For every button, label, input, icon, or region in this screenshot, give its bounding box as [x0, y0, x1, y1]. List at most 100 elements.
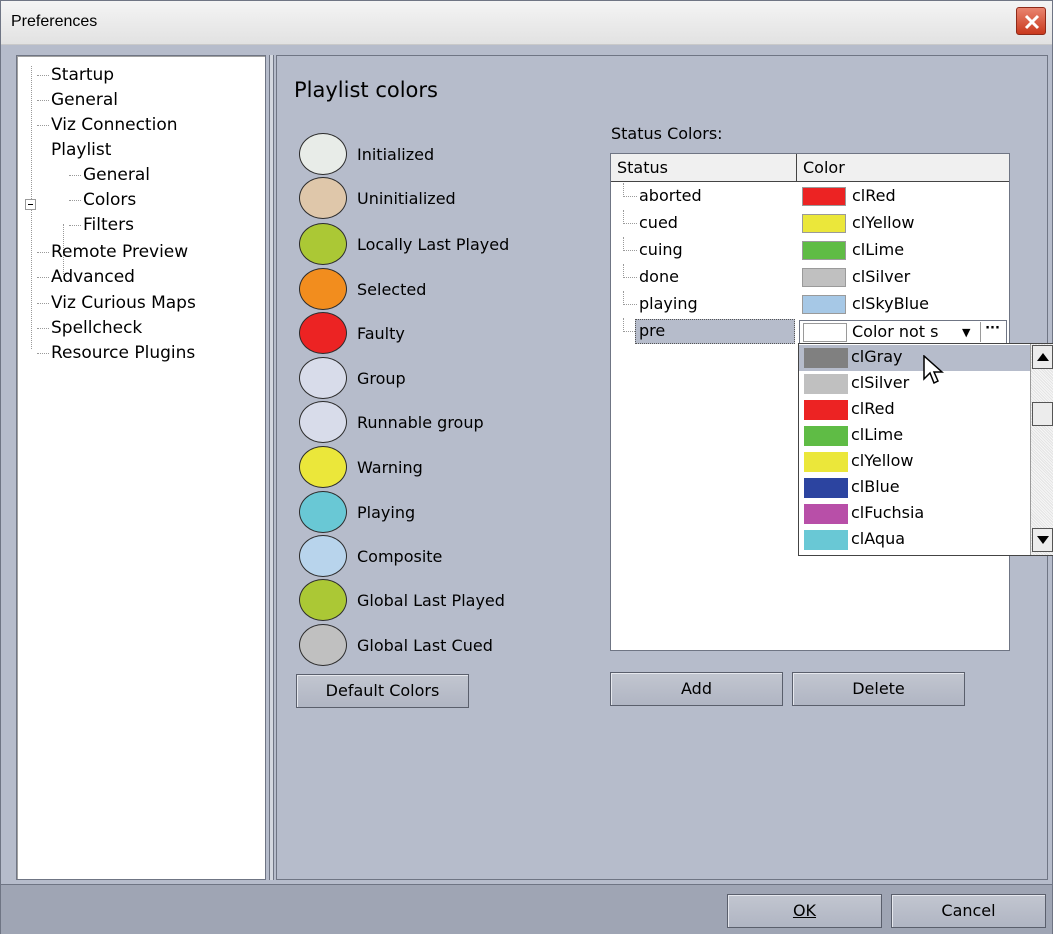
color-combo-value: Color not s — [852, 322, 939, 341]
dropdown-option-label: clSilver — [851, 373, 910, 392]
legend-label: Initialized — [357, 145, 435, 164]
color-swatch — [804, 348, 848, 368]
preferences-window: Preferences Startup General Viz Connecti… — [0, 0, 1053, 934]
table-row[interactable]: playing clSkyBlue — [611, 291, 1009, 318]
dropdown-option[interactable]: clSilver — [799, 371, 1031, 397]
dropdown-option[interactable]: clYellow — [799, 449, 1031, 475]
tree-connector — [623, 183, 637, 197]
legend-label: Locally Last Played — [357, 235, 510, 254]
legend-color-circle[interactable] — [299, 223, 347, 265]
color-swatch — [804, 452, 848, 472]
status-cell: aborted — [639, 186, 702, 205]
legend-color-circle[interactable] — [299, 401, 347, 443]
tree-item-spellcheck[interactable]: Spellcheck — [37, 318, 142, 338]
legend-label: Selected — [357, 280, 427, 299]
button-bar: OK Cancel — [1, 884, 1052, 934]
table-row[interactable]: aborted clRed — [611, 183, 1009, 210]
legend-color-circle[interactable] — [299, 357, 347, 399]
color-swatch — [802, 187, 846, 206]
ok-button[interactable]: OK — [727, 894, 882, 928]
scroll-up-button[interactable] — [1032, 345, 1053, 369]
table-row-edit[interactable]: pre Color not s ▼ ··· — [611, 318, 1009, 345]
color-swatch — [802, 214, 846, 233]
tree-item-advanced[interactable]: Advanced — [37, 267, 135, 287]
tree-item-startup[interactable]: Startup — [37, 65, 114, 85]
scroll-thumb[interactable] — [1032, 402, 1053, 426]
color-name-cell: clSkyBlue — [852, 294, 929, 313]
legend-color-circle[interactable] — [299, 312, 347, 354]
dropdown-option-label: clRed — [851, 399, 895, 418]
arrow-up-icon — [1037, 353, 1049, 361]
table-row[interactable]: cuing clLime — [611, 237, 1009, 264]
legend-color-circle[interactable] — [299, 535, 347, 577]
legend-label: Faulty — [357, 324, 405, 343]
tree-item-viz-curious-maps[interactable]: Viz Curious Maps — [37, 293, 196, 313]
cancel-button-label: Cancel — [941, 901, 996, 920]
close-icon — [1024, 14, 1040, 30]
dropdown-option[interactable]: clAqua — [799, 527, 1031, 553]
color-swatch — [804, 426, 848, 446]
dropdown-option[interactable]: clGray — [799, 345, 1031, 371]
default-colors-button[interactable]: Default Colors — [296, 674, 469, 708]
legend-label: Warning — [357, 458, 423, 477]
legend-label: Playing — [357, 503, 416, 522]
legend-color-circle[interactable] — [299, 491, 347, 533]
legend-color-circle[interactable] — [299, 446, 347, 488]
legend-color-circle[interactable] — [299, 268, 347, 310]
color-swatch — [804, 504, 848, 524]
ellipsis-button[interactable]: ··· — [980, 322, 1004, 342]
panel-splitter[interactable] — [269, 55, 274, 880]
cancel-button[interactable]: Cancel — [891, 894, 1046, 928]
color-swatch — [804, 478, 848, 498]
tree-item-remote-preview[interactable]: Remote Preview — [37, 242, 188, 262]
status-cell: done — [639, 267, 679, 286]
grid-header: Status Color — [611, 154, 1009, 182]
tree-item-playlist-filters[interactable]: Filters — [69, 215, 134, 235]
color-name-cell: clLime — [852, 240, 905, 259]
title-bar: Preferences — [1, 1, 1052, 45]
preferences-tree: Startup General Viz Connection Playlist … — [16, 55, 266, 880]
tree-connector — [623, 291, 637, 305]
color-column-header[interactable]: Color — [803, 158, 845, 177]
add-button[interactable]: Add — [610, 672, 783, 706]
legend-label: Composite — [357, 547, 443, 566]
dropdown-option[interactable]: clFuchsia — [799, 501, 1031, 527]
dropdown-option[interactable]: clRed — [799, 397, 1031, 423]
tree-item-playlist-general[interactable]: General — [69, 165, 150, 185]
tree-item-resource-plugins[interactable]: Resource Plugins — [37, 343, 195, 363]
combo-dropdown-arrow-icon[interactable]: ▼ — [962, 326, 970, 339]
playlist-collapse-icon[interactable] — [25, 199, 36, 210]
legend-color-circle[interactable] — [299, 579, 347, 621]
legend-color-circle[interactable] — [299, 624, 347, 666]
table-row[interactable]: done clSilver — [611, 264, 1009, 291]
close-button[interactable] — [1016, 7, 1046, 35]
tree-connector — [623, 237, 637, 251]
ok-button-label: OK — [792, 901, 817, 920]
color-combo-editor[interactable]: Color not s ▼ ··· — [799, 320, 1007, 344]
tree-item-general[interactable]: General — [37, 90, 118, 110]
color-swatch — [802, 241, 846, 260]
tree-item-viz-connection[interactable]: Viz Connection — [37, 115, 178, 135]
dropdown-option[interactable]: clBlue — [799, 475, 1031, 501]
delete-button[interactable]: Delete — [792, 672, 965, 706]
dropdown-option[interactable]: clLime — [799, 423, 1031, 449]
color-name-cell: clYellow — [852, 213, 915, 232]
status-cell: playing — [639, 294, 698, 313]
legend-color-circle[interactable] — [299, 177, 347, 219]
mouse-cursor-icon — [923, 355, 944, 385]
color-swatch — [803, 323, 847, 342]
color-swatch — [804, 374, 848, 394]
status-column-header[interactable]: Status — [617, 158, 668, 177]
tree-connector — [623, 210, 637, 224]
legend-label: Uninitialized — [357, 189, 456, 208]
dropdown-option-label: clGray — [851, 347, 903, 366]
table-row[interactable]: cued clYellow — [611, 210, 1009, 237]
legend-color-circle[interactable] — [299, 133, 347, 175]
tree-item-playlist-colors[interactable]: Colors — [69, 190, 136, 210]
legend-label: Global Last Cued — [357, 636, 493, 655]
color-swatch — [804, 530, 848, 550]
status-cell-text: pre — [639, 321, 666, 340]
scroll-down-button[interactable] — [1032, 528, 1053, 552]
tree-item-playlist[interactable]: Playlist — [51, 140, 111, 160]
dropdown-scrollbar[interactable] — [1030, 344, 1053, 555]
